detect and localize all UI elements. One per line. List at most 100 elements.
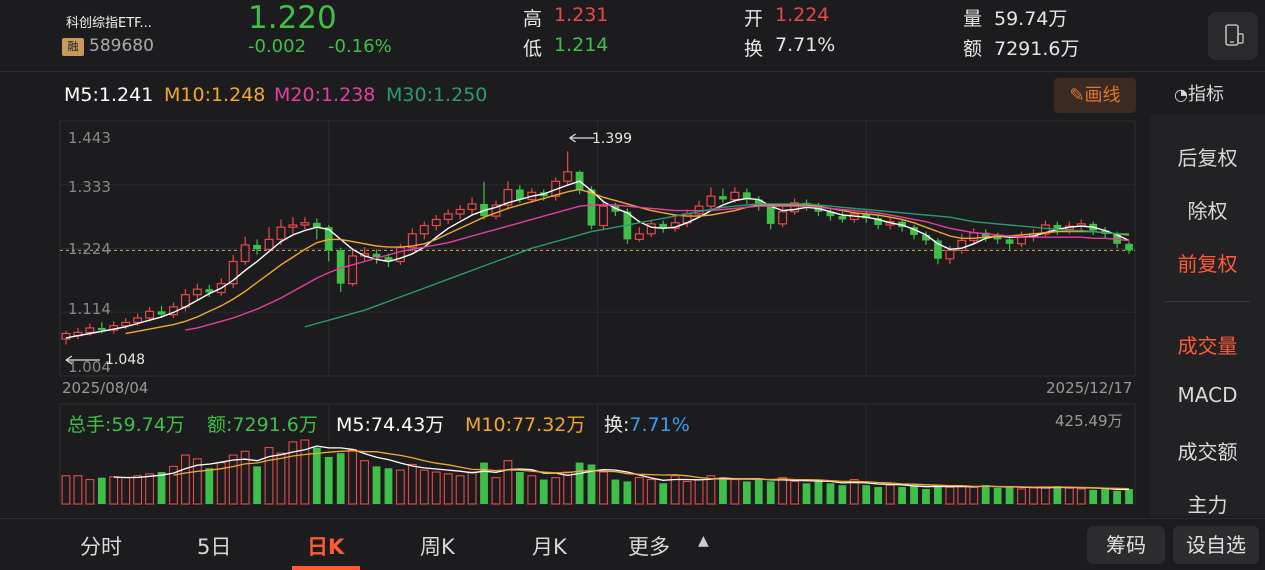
volume-bar-down [157, 472, 166, 504]
volume-bar-up [730, 478, 740, 505]
volume-bar-down [934, 485, 942, 504]
volume-max-label: 425.49万 [1055, 412, 1123, 430]
volume-bar-down [922, 488, 930, 504]
tab-more[interactable]: 更多 [628, 531, 670, 561]
volume-bar-up [73, 475, 83, 505]
candle-up [598, 205, 608, 227]
volume-bar-up [563, 471, 573, 505]
candle-down [97, 327, 106, 331]
indicator-macd[interactable]: MACD [1150, 383, 1265, 407]
volume-bar-down [611, 479, 620, 504]
ma-line-m20 [185, 204, 1130, 331]
tab-monthly-k[interactable]: 月K [532, 531, 567, 561]
date-end: 2025/12/17 [1046, 379, 1133, 397]
volume-bar-up [348, 448, 358, 505]
y-tick-3: 1.224 [68, 240, 111, 258]
chart-grid [59, 120, 1136, 505]
max-price-label: 1.399 [592, 131, 633, 147]
volume-bar-up [682, 480, 692, 505]
volume-bar-up [790, 480, 800, 505]
volume-bar-up [599, 471, 608, 505]
volume-bar-up [395, 469, 405, 505]
tab-5day[interactable]: 5日 [197, 531, 231, 561]
candle-up [634, 233, 644, 240]
kline-chart[interactable] [0, 0, 1150, 518]
volume-bar-down [898, 487, 906, 504]
landscape-toggle-button[interactable] [1208, 12, 1258, 60]
volume-bar-up [431, 471, 441, 505]
volume-bar-up [1040, 486, 1050, 505]
candle-up [467, 203, 477, 211]
candle-up [276, 226, 286, 240]
volume-bar-up [407, 463, 417, 505]
volume-bar-down [336, 453, 345, 504]
candle-up [778, 211, 788, 225]
candle-up [563, 171, 573, 182]
volume-bar-up [455, 475, 465, 505]
volume-bar-up [467, 471, 477, 505]
indicator-button[interactable]: ◔指标 [1174, 80, 1224, 106]
candle-up [121, 321, 131, 327]
volume-bar-up [969, 486, 979, 505]
candle-down [766, 206, 775, 224]
volume-bar-down [719, 477, 727, 504]
volume-bar-up [443, 473, 453, 505]
volume-bar-up [491, 477, 501, 505]
volume-bar-down [1053, 486, 1062, 504]
candle-down [1005, 239, 1014, 244]
rights-forward-adjust[interactable]: 前复权 [1150, 248, 1265, 277]
candle-up [455, 208, 465, 215]
add-watchlist-button[interactable]: 设自选 [1173, 526, 1259, 564]
candle-down [253, 244, 261, 250]
volume-bar-up [85, 478, 95, 505]
ma-line-m30 [304, 203, 1129, 328]
candle-up [288, 224, 298, 228]
candle-up [264, 238, 274, 250]
chip-distribution-button[interactable]: 筹码 [1087, 526, 1165, 564]
tab-daily-k[interactable]: 日K [307, 531, 344, 561]
candle-up [240, 244, 250, 263]
volume-bar-down [515, 472, 524, 504]
volume-bar-down [623, 481, 632, 504]
caret-up-icon[interactable]: ▲ [698, 533, 709, 549]
candle-up [730, 191, 740, 201]
candle-up [419, 224, 429, 235]
candle-up [431, 218, 441, 227]
right-side-panel: 后复权 除权 前复权 成交量 MACD 成交额 主力 [1150, 114, 1265, 516]
rights-back-adjust[interactable]: 后复权 [1150, 142, 1265, 171]
candle-down [372, 253, 381, 258]
volume-bar-down [253, 466, 261, 504]
volume-bar-down [312, 447, 321, 504]
volume-bar-down [1113, 490, 1121, 504]
volume-bar-up [133, 475, 143, 505]
tab-weekly-k[interactable]: 周K [420, 531, 455, 561]
volume-bar-up [957, 485, 967, 505]
date-start: 2025/08/04 [62, 379, 149, 397]
panel-divider [1165, 301, 1250, 302]
volume-bar-down [97, 477, 106, 504]
volume-bar-up [419, 469, 429, 505]
indicator-volume[interactable]: 成交量 [1150, 330, 1265, 359]
candle-up [969, 232, 979, 242]
indicator-amount[interactable]: 成交额 [1150, 436, 1265, 465]
volume-bar-up [694, 478, 704, 505]
candle-up [706, 195, 716, 207]
volume-bar-up [1029, 487, 1038, 505]
tab-intraday[interactable]: 分时 [80, 531, 122, 561]
candle-up [945, 249, 955, 260]
volume-bar-up [180, 454, 190, 505]
volume-bar-down [659, 483, 668, 504]
y-tick-2: 1.333 [68, 178, 111, 196]
candle-up [133, 317, 143, 323]
volume-bar-up [945, 486, 955, 505]
candle-up [192, 288, 202, 296]
volume-bar-up [360, 460, 370, 505]
volume-bar-up [634, 477, 644, 505]
candle-down [1125, 243, 1133, 251]
volume-bar-up [109, 476, 119, 505]
candle-up [443, 213, 453, 221]
rights-ex[interactable]: 除权 [1150, 195, 1265, 224]
indicator-main-force[interactable]: 主力 [1150, 489, 1265, 516]
volume-bar-down [993, 488, 1002, 504]
volume-bar-up [228, 454, 238, 505]
